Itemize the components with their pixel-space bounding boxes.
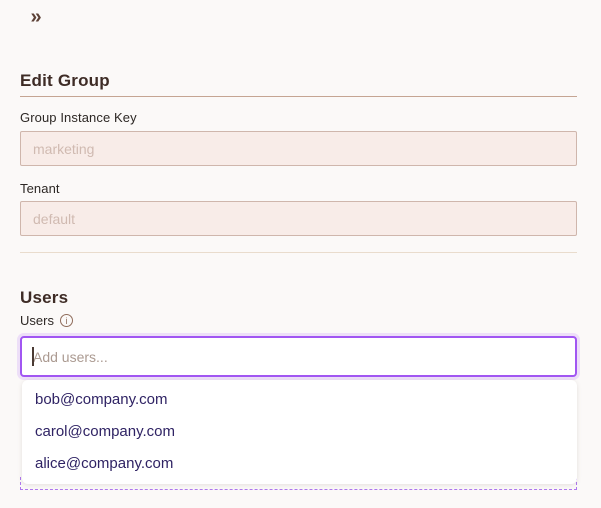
- dropdown-option[interactable]: carol@company.com: [22, 416, 577, 448]
- page-title: Edit Group: [20, 71, 110, 91]
- info-icon[interactable]: i: [59, 314, 73, 327]
- collapse-panel-button[interactable]: »: [24, 5, 48, 29]
- group-instance-key-input[interactable]: [20, 131, 577, 166]
- double-chevron-right-icon: »: [30, 6, 42, 28]
- tenant-label: Tenant: [20, 181, 60, 196]
- edit-group-panel: » Edit Group Group Instance Key Tenant U…: [0, 0, 601, 508]
- dropdown-option[interactable]: alice@company.com: [22, 448, 577, 480]
- tenant-input[interactable]: [20, 201, 577, 236]
- users-dropdown: bob@company.com carol@company.com alice@…: [22, 380, 577, 484]
- title-divider: [20, 96, 577, 97]
- dropdown-option[interactable]: bob@company.com: [22, 384, 577, 416]
- text-caret: [32, 347, 34, 366]
- section-divider: [20, 252, 577, 253]
- add-users-input-wrap: [20, 336, 577, 377]
- group-instance-key-label: Group Instance Key: [20, 110, 137, 125]
- users-field-label: Users: [20, 313, 54, 328]
- add-users-input[interactable]: [20, 336, 577, 377]
- users-section-heading: Users: [20, 288, 69, 308]
- users-field-label-row: Users i: [20, 313, 73, 328]
